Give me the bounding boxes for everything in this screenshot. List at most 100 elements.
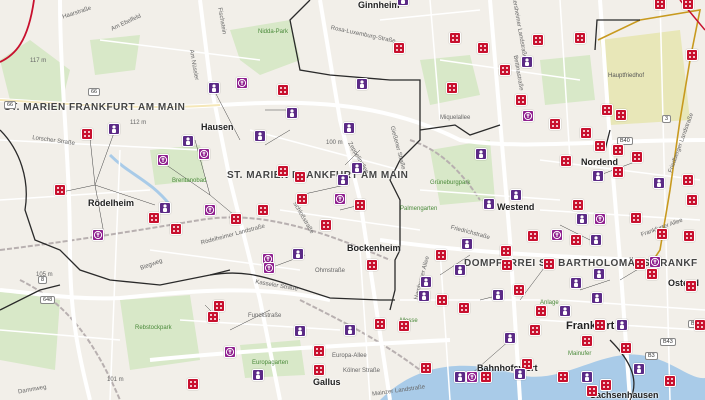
person-marker[interactable]	[559, 305, 571, 317]
church-marker[interactable]	[612, 144, 624, 156]
church-marker[interactable]	[374, 318, 386, 330]
church-marker[interactable]	[557, 371, 569, 383]
church-marker[interactable]	[656, 228, 668, 240]
person-marker[interactable]	[454, 264, 466, 276]
person-marker[interactable]	[418, 290, 430, 302]
church-marker[interactable]	[277, 165, 289, 177]
church-marker[interactable]	[615, 109, 627, 121]
church-marker[interactable]	[529, 324, 541, 336]
figure-marker[interactable]	[92, 229, 104, 241]
church-marker[interactable]	[398, 320, 410, 332]
church-marker[interactable]	[207, 311, 219, 323]
person-marker[interactable]	[252, 369, 264, 381]
figure-marker[interactable]	[594, 213, 606, 225]
person-marker[interactable]	[570, 277, 582, 289]
person-marker[interactable]	[294, 325, 306, 337]
church-marker[interactable]	[664, 375, 676, 387]
church-marker[interactable]	[631, 151, 643, 163]
person-marker[interactable]	[510, 189, 522, 201]
church-marker[interactable]	[543, 258, 555, 270]
person-marker[interactable]	[616, 319, 628, 331]
person-marker[interactable]	[504, 332, 516, 344]
church-marker[interactable]	[313, 364, 325, 376]
church-marker[interactable]	[586, 385, 598, 397]
figure-marker[interactable]	[649, 256, 661, 268]
church-marker[interactable]	[570, 234, 582, 246]
church-marker[interactable]	[81, 128, 93, 140]
church-marker[interactable]	[313, 345, 325, 357]
person-marker[interactable]	[292, 248, 304, 260]
church-marker[interactable]	[480, 371, 492, 383]
person-marker[interactable]	[454, 371, 466, 383]
person-marker[interactable]	[593, 268, 605, 280]
person-marker[interactable]	[492, 289, 504, 301]
person-marker[interactable]	[591, 292, 603, 304]
person-marker[interactable]	[254, 130, 266, 142]
figure-marker[interactable]	[551, 229, 563, 241]
church-marker[interactable]	[654, 0, 666, 10]
church-marker[interactable]	[420, 362, 432, 374]
church-marker[interactable]	[612, 166, 624, 178]
church-marker[interactable]	[366, 259, 378, 271]
figure-marker[interactable]	[157, 154, 169, 166]
church-marker[interactable]	[634, 258, 646, 270]
church-marker[interactable]	[580, 127, 592, 139]
church-marker[interactable]	[170, 223, 182, 235]
church-marker[interactable]	[446, 82, 458, 94]
church-marker[interactable]	[682, 174, 694, 186]
church-marker[interactable]	[54, 184, 66, 196]
person-marker[interactable]	[581, 371, 593, 383]
figure-marker[interactable]	[198, 148, 210, 160]
map-canvas[interactable]: Ginnheim Hausen Rödelheim Bockenheim Nor…	[0, 0, 705, 400]
church-marker[interactable]	[686, 49, 698, 61]
church-marker[interactable]	[527, 230, 539, 242]
person-marker[interactable]	[475, 148, 487, 160]
church-marker[interactable]	[435, 249, 447, 261]
person-marker[interactable]	[653, 177, 665, 189]
person-marker[interactable]	[337, 174, 349, 186]
person-marker[interactable]	[208, 82, 220, 94]
church-marker[interactable]	[682, 0, 694, 10]
church-marker[interactable]	[320, 219, 332, 231]
church-marker[interactable]	[683, 230, 695, 242]
person-marker[interactable]	[461, 238, 473, 250]
person-marker[interactable]	[286, 107, 298, 119]
church-marker[interactable]	[572, 199, 584, 211]
church-marker[interactable]	[515, 94, 527, 106]
church-marker[interactable]	[436, 294, 448, 306]
person-marker[interactable]	[420, 276, 432, 288]
church-marker[interactable]	[574, 32, 586, 44]
person-marker[interactable]	[343, 122, 355, 134]
person-marker[interactable]	[159, 202, 171, 214]
figure-marker[interactable]	[224, 346, 236, 358]
church-marker[interactable]	[594, 140, 606, 152]
church-marker[interactable]	[601, 104, 613, 116]
church-marker[interactable]	[630, 212, 642, 224]
church-marker[interactable]	[620, 342, 632, 354]
person-marker[interactable]	[633, 363, 645, 375]
church-marker[interactable]	[449, 32, 461, 44]
figure-marker[interactable]	[522, 110, 534, 122]
figure-marker[interactable]	[204, 204, 216, 216]
person-marker[interactable]	[397, 0, 409, 6]
church-marker[interactable]	[499, 64, 511, 76]
person-marker[interactable]	[483, 198, 495, 210]
church-marker[interactable]	[646, 268, 658, 280]
church-marker[interactable]	[581, 335, 593, 347]
church-marker[interactable]	[477, 42, 489, 54]
church-marker[interactable]	[148, 212, 160, 224]
church-marker[interactable]	[513, 284, 525, 296]
church-marker[interactable]	[393, 42, 405, 54]
figure-marker[interactable]	[334, 193, 346, 205]
person-marker[interactable]	[351, 162, 363, 174]
person-marker[interactable]	[592, 170, 604, 182]
figure-marker[interactable]	[263, 262, 275, 274]
church-marker[interactable]	[501, 259, 513, 271]
person-marker[interactable]	[108, 123, 120, 135]
church-marker[interactable]	[294, 171, 306, 183]
church-marker[interactable]	[500, 245, 512, 257]
figure-marker[interactable]	[466, 371, 478, 383]
church-marker[interactable]	[686, 194, 698, 206]
church-marker[interactable]	[600, 379, 612, 391]
church-marker[interactable]	[535, 305, 547, 317]
